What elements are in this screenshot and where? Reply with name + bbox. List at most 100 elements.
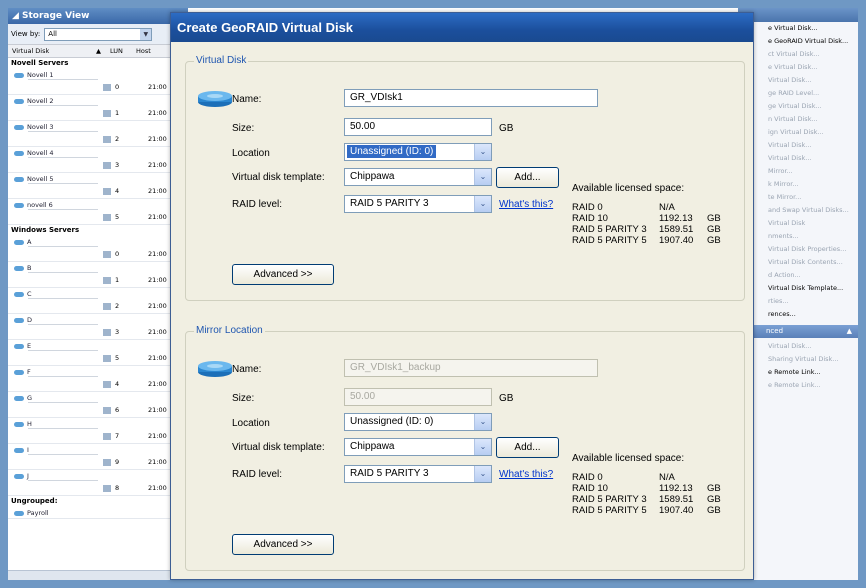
task-link[interactable]: Virtual Disk Template...: [738, 282, 858, 295]
licensed-unit: GB: [707, 235, 721, 246]
task-link: Virtual Disk Contents...: [768, 258, 843, 266]
server-icon: [14, 150, 24, 156]
chevron-down-icon[interactable]: ▼: [140, 28, 152, 40]
view-by-select[interactable]: All ▼: [44, 27, 153, 41]
vd-name-input[interactable]: GR_VDIsk1: [344, 89, 598, 107]
task-link: ge Virtual Disk...: [768, 102, 822, 110]
licensed-level: RAID 5 PARITY 5: [572, 235, 647, 246]
column-lun[interactable]: LUN: [106, 45, 132, 57]
task-link[interactable]: e Virtual Disk...: [738, 22, 858, 35]
vd-advanced-button[interactable]: Advanced >>: [232, 264, 334, 285]
chevron-down-icon[interactable]: ⌄: [474, 196, 491, 212]
ml-template-value: Chippawa: [350, 441, 395, 452]
ml-advanced-button[interactable]: Advanced >>: [232, 534, 334, 555]
view-by-label: View by:: [11, 30, 41, 38]
vd-location-select[interactable]: Unassigned (ID: 0) ⌄: [344, 143, 492, 161]
tree-group-header[interactable]: Ungrouped:: [8, 496, 188, 507]
mirror-disk-icon: [198, 361, 232, 377]
tree-node[interactable]: Novell 4 3 21:00: [8, 147, 188, 173]
virtual-disk-icon: [103, 380, 111, 388]
virtual-disk-legend: Virtual Disk: [194, 55, 249, 66]
advanced-section-header[interactable]: ▲ nced: [738, 325, 858, 338]
node-name: Novell 2: [27, 97, 54, 105]
tree-node[interactable]: H 7 21:00: [8, 418, 188, 444]
node-name: Novell 5: [27, 175, 54, 183]
column-virtual-disk[interactable]: Virtual Disk: [8, 45, 96, 57]
task-link[interactable]: rences...: [738, 308, 858, 321]
host-cell: 21:00: [148, 213, 167, 221]
ml-size-label: Size:: [232, 393, 255, 404]
collapse-icon[interactable]: ◢: [12, 8, 22, 24]
host-cell: 21:00: [148, 380, 167, 388]
column-host[interactable]: Host: [132, 45, 151, 57]
node-connector: [28, 428, 98, 429]
tree-node[interactable]: B 1 21:00: [8, 262, 188, 288]
tree-node[interactable]: J 8 21:00: [8, 470, 188, 496]
host-cell: 21:00: [148, 328, 167, 336]
server-icon: [14, 176, 24, 182]
tree-node[interactable]: I 9 21:00: [8, 444, 188, 470]
chevron-down-icon[interactable]: ⌄: [474, 144, 491, 160]
task-link[interactable]: e Remote Link...: [738, 366, 858, 379]
node-label: F: [14, 368, 31, 376]
node-label: C: [14, 290, 32, 298]
task-link: te Mirror...: [768, 193, 802, 201]
lun-value: 8: [115, 484, 120, 492]
ml-template-select[interactable]: Chippawa ⌄: [344, 438, 492, 456]
node-connector: [28, 324, 98, 325]
ml-location-select[interactable]: Unassigned (ID: 0) ⌄: [344, 413, 492, 431]
server-icon: [14, 447, 24, 453]
node-label: Novell 4: [14, 149, 54, 157]
task-link: ign Virtual Disk...: [768, 128, 824, 136]
vd-template-select[interactable]: Chippawa ⌄: [344, 168, 492, 186]
node-name: Novell 1: [27, 71, 54, 79]
lun-value: 7: [115, 432, 120, 440]
vd-raid-select[interactable]: RAID 5 PARITY 3 ⌄: [344, 195, 492, 213]
node-name: I: [27, 446, 29, 454]
horizontal-scrollbar[interactable]: [8, 570, 188, 580]
lun-value: 3: [115, 328, 120, 336]
ml-add-template-button[interactable]: Add...: [496, 437, 559, 458]
collapse-chevron-icon[interactable]: ▲: [847, 325, 852, 338]
tree-node[interactable]: novell 6 5 21:00: [8, 199, 188, 225]
node-connector: [28, 454, 98, 455]
task-link[interactable]: e GeoRAID Virtual Disk...: [738, 35, 858, 48]
vd-whats-this-link[interactable]: What's this?: [499, 199, 553, 210]
task-link: n Virtual Disk...: [768, 115, 818, 123]
tree-node[interactable]: D 3 21:00: [8, 314, 188, 340]
ml-whats-this-link[interactable]: What's this?: [499, 469, 553, 480]
tree-node[interactable]: Novell 3 2 21:00: [8, 121, 188, 147]
virtual-disk-icon: [103, 276, 111, 284]
lun-cell: 0: [103, 250, 119, 258]
vd-licensed-title: Available licensed space:: [572, 183, 685, 194]
chevron-down-icon[interactable]: ⌄: [474, 439, 491, 455]
ml-raid-select[interactable]: RAID 5 PARITY 3 ⌄: [344, 465, 492, 483]
licensed-level: RAID 5 PARITY 3: [572, 224, 647, 235]
server-icon: [14, 239, 24, 245]
tree-node[interactable]: A 0 21:00: [8, 236, 188, 262]
server-icon: [14, 124, 24, 130]
tree-node[interactable]: C 2 21:00: [8, 288, 188, 314]
tree-node[interactable]: Payroll: [8, 507, 188, 519]
tree-node[interactable]: Novell 2 1 21:00: [8, 95, 188, 121]
lun-cell: 1: [103, 276, 119, 284]
tree-group-header[interactable]: Windows Servers: [8, 225, 188, 236]
server-icon: [14, 202, 24, 208]
vd-size-input[interactable]: 50.00: [344, 118, 492, 136]
vd-add-template-button[interactable]: Add...: [496, 167, 559, 188]
chevron-down-icon[interactable]: ⌄: [474, 169, 491, 185]
licensed-unit: GB: [707, 483, 721, 494]
chevron-down-icon[interactable]: ⌄: [474, 414, 491, 430]
node-connector: [28, 183, 98, 184]
tree-node[interactable]: E 5 21:00: [8, 340, 188, 366]
tree-node[interactable]: G 6 21:00: [8, 392, 188, 418]
node-connector: [28, 272, 98, 273]
tree-group-header[interactable]: Novell Servers: [8, 58, 188, 69]
tree-node[interactable]: F 4 21:00: [8, 366, 188, 392]
server-icon: [14, 510, 24, 516]
chevron-down-icon[interactable]: ⌄: [474, 466, 491, 482]
task-link: e Virtual Disk...: [768, 63, 818, 71]
licensed-unit: GB: [707, 505, 721, 516]
tree-node[interactable]: Novell 5 4 21:00: [8, 173, 188, 199]
tree-node[interactable]: Novell 1 0 21:00: [8, 69, 188, 95]
